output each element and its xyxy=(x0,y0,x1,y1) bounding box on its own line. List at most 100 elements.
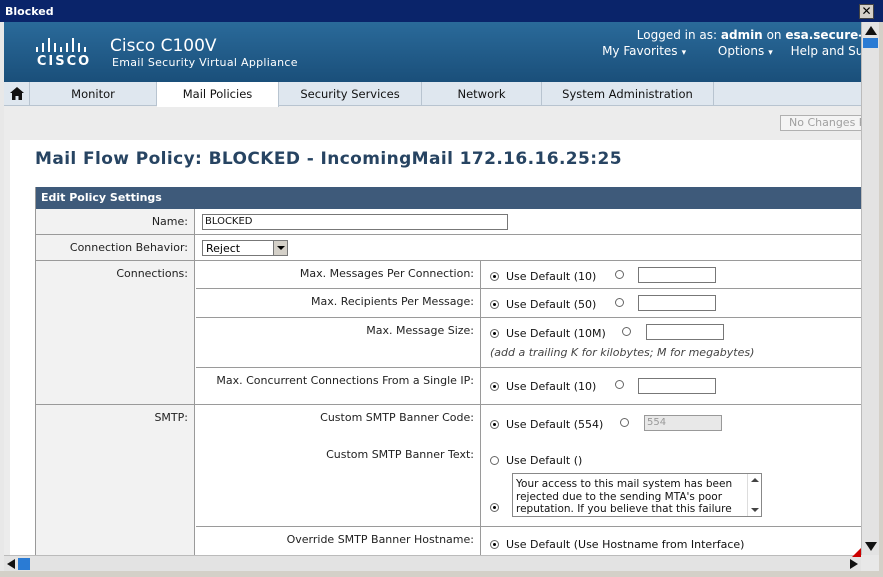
radio-default[interactable] xyxy=(490,272,499,281)
radio-default[interactable] xyxy=(490,456,499,465)
max-recipients-label: Max. Recipients Per Message: xyxy=(196,289,481,317)
vertical-scrollbar[interactable] xyxy=(861,22,879,555)
textarea-scrollbar[interactable] xyxy=(747,474,761,516)
main-nav: Monitor Mail Policies Security Services … xyxy=(4,82,861,107)
close-icon[interactable]: ✕ xyxy=(859,4,874,19)
radio-custom[interactable] xyxy=(620,418,629,427)
banner-code-input[interactable]: 554 xyxy=(644,415,722,431)
name-field[interactable]: BLOCKED xyxy=(202,214,508,230)
subrow-override-hostname: Override SMTP Banner Hostname: Use Defau… xyxy=(196,527,861,555)
chevron-down-icon: ▾ xyxy=(768,48,773,58)
scroll-thumb[interactable] xyxy=(18,558,30,570)
browser-window: Blocked ✕ CISCO Cisco C100V Email Securi… xyxy=(0,0,883,577)
scroll-up-icon[interactable] xyxy=(751,478,759,482)
tab-network[interactable]: Network xyxy=(422,82,542,106)
max-concurrent-input[interactable] xyxy=(638,378,716,394)
max-size-default-option[interactable]: Use Default (10M) xyxy=(490,327,606,340)
product-subtitle: Email Security Virtual Appliance xyxy=(112,56,298,69)
login-user: admin xyxy=(720,28,763,42)
subrow-max-recipients: Max. Recipients Per Message: Use Default… xyxy=(196,289,861,318)
window-title: Blocked xyxy=(5,5,54,18)
connection-behavior-value: Reject xyxy=(206,242,241,255)
max-concurrent-default-option[interactable]: Use Default (10) xyxy=(490,380,596,393)
settings-header: Edit Policy Settings xyxy=(36,187,861,209)
radio-custom[interactable] xyxy=(490,503,499,512)
window-bottom-border xyxy=(0,571,883,577)
max-recipients-input[interactable] xyxy=(638,295,716,311)
scroll-thumb[interactable] xyxy=(863,38,878,48)
row-smtp: SMTP: Custom SMTP Banner Code: Custom SM… xyxy=(36,405,861,555)
home-button[interactable] xyxy=(4,82,30,106)
login-host: esa.secure-x xyxy=(785,28,861,42)
max-recipients-custom-option[interactable] xyxy=(615,296,631,309)
radio-custom[interactable] xyxy=(622,327,631,336)
tab-system-administration[interactable]: System Administration xyxy=(542,82,714,106)
subrow-max-concurrent: Max. Concurrent Connections From a Singl… xyxy=(196,368,861,405)
max-messages-input[interactable] xyxy=(638,267,716,283)
product-name: Cisco C100V xyxy=(110,36,217,56)
max-concurrent-label: Max. Concurrent Connections From a Singl… xyxy=(196,368,481,405)
subrow-banner: Custom SMTP Banner Code: Custom SMTP Ban… xyxy=(196,405,861,527)
override-hostname-default-option[interactable]: Use Default (Use Hostname from Interface… xyxy=(490,538,744,551)
banner-text-textarea[interactable]: Your access to this mail system has been… xyxy=(512,473,762,517)
max-size-custom-option[interactable] xyxy=(622,325,638,338)
cisco-logo[interactable]: CISCO xyxy=(32,36,96,70)
max-size-hint: (add a trailing K for kilobytes; M for m… xyxy=(490,346,755,359)
horizontal-scrollbar[interactable] xyxy=(4,555,861,571)
banner-text-value: Your access to this mail system has been… xyxy=(516,478,733,515)
radio-custom[interactable] xyxy=(615,380,624,389)
connections-label: Connections: xyxy=(36,261,195,404)
subrow-max-messages: Max. Messages Per Connection: Use Defaul… xyxy=(196,261,861,289)
row-connections: Connections: Max. Messages Per Connectio… xyxy=(36,261,861,405)
radio-custom[interactable] xyxy=(615,298,624,307)
banner-code-custom-option[interactable] xyxy=(620,416,636,429)
page-title: Mail Flow Policy: BLOCKED - IncomingMail… xyxy=(35,149,622,169)
scroll-left-icon[interactable] xyxy=(7,559,15,569)
radio-default[interactable] xyxy=(490,420,499,429)
cisco-bars-icon xyxy=(34,36,94,52)
chevron-down-icon: ▾ xyxy=(681,48,687,58)
scroll-down-icon[interactable] xyxy=(751,508,759,512)
menu-options[interactable]: Options ▾ xyxy=(704,44,773,58)
scroll-right-icon[interactable] xyxy=(850,559,858,569)
banner-text-label: Custom SMTP Banner Text: xyxy=(326,448,474,461)
scroll-up-icon[interactable] xyxy=(865,26,877,35)
radio-default[interactable] xyxy=(490,300,499,309)
smtp-label: SMTP: xyxy=(36,405,195,555)
policy-settings-table: Edit Policy Settings Name: BLOCKED Conne… xyxy=(35,187,861,555)
radio-custom[interactable] xyxy=(615,270,624,279)
login-on: on xyxy=(766,28,782,42)
connection-behavior-label: Connection Behavior: xyxy=(36,235,195,260)
max-recipients-default-option[interactable]: Use Default (50) xyxy=(490,298,596,311)
max-messages-custom-option[interactable] xyxy=(615,268,631,281)
tab-security-services[interactable]: Security Services xyxy=(279,82,422,106)
banner-code-label: Custom SMTP Banner Code: Custom SMTP Ban… xyxy=(196,405,481,526)
banner-text-custom-option[interactable] xyxy=(490,501,506,514)
connection-behavior-select[interactable]: Reject xyxy=(202,240,288,256)
scroll-down-icon[interactable] xyxy=(865,542,877,551)
radio-default[interactable] xyxy=(490,382,499,391)
tab-monitor[interactable]: Monitor xyxy=(30,82,157,106)
page-viewport: CISCO Cisco C100V Email Security Virtual… xyxy=(4,22,861,555)
resize-grip-icon[interactable] xyxy=(852,548,861,557)
commit-changes-button[interactable]: No Changes P xyxy=(780,115,861,131)
chevron-down-icon xyxy=(273,241,287,255)
max-size-input[interactable] xyxy=(646,324,724,340)
max-size-label: Max. Message Size: xyxy=(196,318,481,367)
radio-default[interactable] xyxy=(490,540,499,549)
max-messages-default-option[interactable]: Use Default (10) xyxy=(490,270,596,283)
menu-help[interactable]: Help and Sup xyxy=(791,44,861,58)
banner-text-default-option[interactable]: Use Default () xyxy=(490,454,582,467)
window-titlebar: Blocked ✕ xyxy=(0,0,883,22)
subrow-max-size: Max. Message Size: Use Default (10M) (ad… xyxy=(196,318,861,368)
login-prefix: Logged in as: xyxy=(636,28,718,42)
menu-favorites[interactable]: My Favorites ▾ xyxy=(588,44,686,58)
content-panel: Mail Flow Policy: BLOCKED - IncomingMail… xyxy=(10,140,861,555)
tab-mail-policies[interactable]: Mail Policies xyxy=(157,82,279,107)
home-icon xyxy=(10,87,24,100)
row-name: Name: BLOCKED xyxy=(36,209,861,235)
radio-default[interactable] xyxy=(490,329,499,338)
banner-code-default-option[interactable]: Use Default (554) xyxy=(490,418,603,431)
max-concurrent-custom-option[interactable] xyxy=(615,378,631,391)
override-hostname-label: Override SMTP Banner Hostname: xyxy=(196,527,481,555)
